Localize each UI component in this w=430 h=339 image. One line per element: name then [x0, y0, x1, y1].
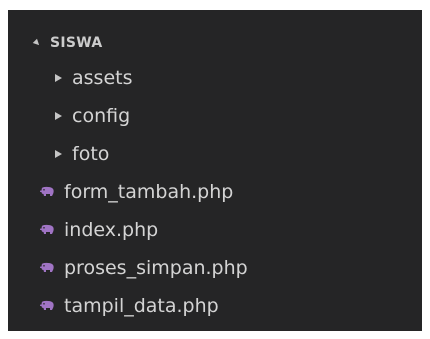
tree-folder-foto[interactable]: foto	[8, 135, 422, 173]
file-label: form_tambah.php	[64, 181, 234, 203]
tree-file-index[interactable]: index.php	[8, 211, 422, 249]
folder-label: assets	[72, 67, 133, 89]
chevron-right-icon	[55, 74, 62, 82]
tree-folder-assets[interactable]: assets	[8, 59, 422, 97]
chevron-right-icon	[55, 150, 62, 158]
folder-label: config	[72, 105, 131, 127]
php-elephant-icon	[39, 300, 54, 310]
file-label: proses_simpan.php	[64, 257, 248, 279]
php-elephant-icon	[39, 186, 54, 196]
tree-folder-config[interactable]: config	[8, 97, 422, 135]
tree-file-tampil-data[interactable]: tampil_data.php	[8, 287, 422, 325]
explorer-panel: SISWA assets config foto form_tambah.php…	[8, 10, 422, 331]
chevron-down-icon	[32, 38, 42, 48]
chevron-right-icon	[55, 112, 62, 120]
tree-file-form-tambah[interactable]: form_tambah.php	[8, 173, 422, 211]
file-label: tampil_data.php	[64, 295, 219, 317]
php-elephant-icon	[39, 224, 54, 234]
folder-header-siswa[interactable]: SISWA	[8, 28, 422, 58]
folder-title: SISWA	[50, 35, 103, 51]
php-elephant-icon	[39, 262, 54, 272]
file-label: index.php	[64, 219, 159, 241]
tree-file-proses-simpan[interactable]: proses_simpan.php	[8, 249, 422, 287]
folder-label: foto	[72, 143, 110, 165]
